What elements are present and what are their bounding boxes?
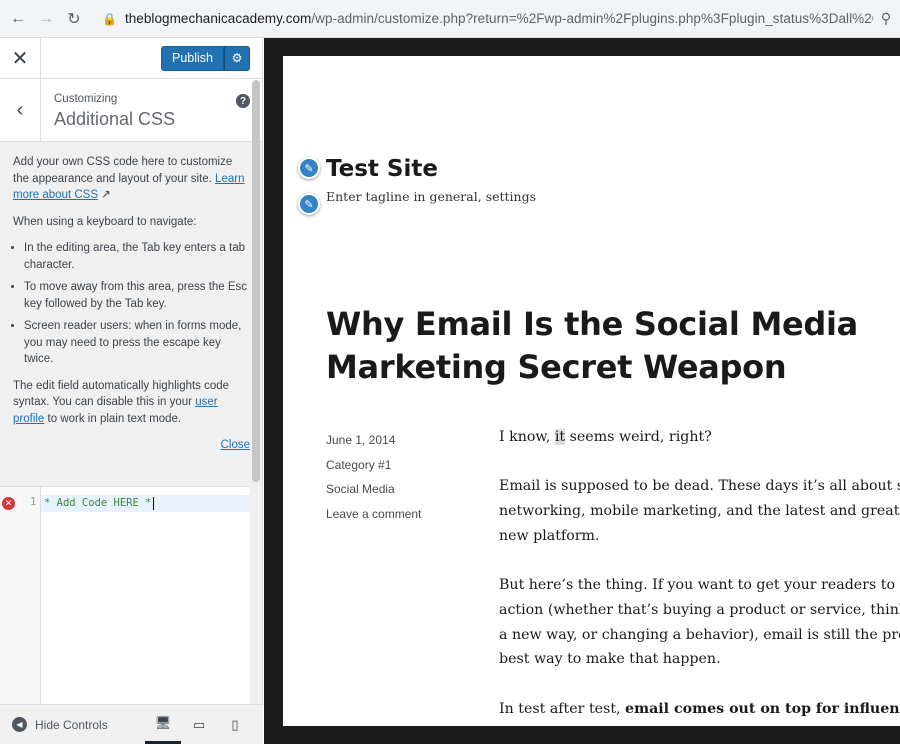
- list-item: To move away from this area, press the E…: [24, 279, 250, 312]
- intro-paragraph: Add your own CSS code here to customize …: [13, 154, 250, 204]
- external-link-icon: ↗: [101, 189, 111, 201]
- post-tag[interactable]: Social Media: [326, 477, 421, 502]
- text: But here’s the thing. If you want to get…: [499, 577, 900, 594]
- section-heading: Customizing Additional CSS ?: [41, 79, 262, 141]
- post-date[interactable]: June 1, 2014: [326, 428, 421, 453]
- text: networking, mobile marketing, and the la…: [499, 503, 900, 520]
- lock-icon[interactable]: 🔒: [102, 12, 117, 26]
- paragraph: In test after test, email comes out on t…: [499, 697, 900, 722]
- text: new platform.: [499, 527, 600, 544]
- text: Email is supposed to be dead. These days…: [499, 478, 900, 495]
- search-icon[interactable]: ⚲: [874, 7, 898, 31]
- close-icon[interactable]: ✕: [0, 37, 41, 79]
- text: best way to make that happen.: [499, 651, 721, 668]
- site-title[interactable]: Test Site: [326, 156, 438, 182]
- paragraph: I know, it seems weird, right?: [499, 425, 900, 450]
- syntax-paragraph: The edit field automatically highlights …: [13, 378, 250, 428]
- text: seems weird, right?: [565, 429, 712, 445]
- section-title: Additional CSS: [54, 109, 176, 129]
- url-path: /wp-admin/customize.php?return=%2Fwp-adm…: [311, 11, 873, 26]
- paragraph: But here’s the thing. If you want to get…: [499, 573, 900, 672]
- hide-controls-label: Hide Controls: [35, 717, 108, 732]
- text: a new way, or changing a behavior), emai…: [499, 626, 900, 643]
- highlighted-text: it: [554, 429, 566, 445]
- site-preview: ✎ Test Site ✎ Enter tagline in general, …: [283, 56, 900, 726]
- paragraph: Email is supposed to be dead. These days…: [499, 474, 900, 548]
- post-meta: June 1, 2014 Category #1 Social Media Le…: [326, 428, 421, 526]
- section-header: ‹ Customizing Additional CSS ?: [0, 79, 262, 142]
- section-description: Add your own CSS code here to customize …: [0, 142, 262, 454]
- sidebar-footer: ◀ Hide Controls 🖥 ▭ ▯: [0, 704, 263, 744]
- line-number: 1: [30, 496, 37, 508]
- reload-icon[interactable]: ↻: [60, 5, 88, 33]
- collapse-icon: ◀: [12, 717, 27, 732]
- text: action (whether that’s buying a product …: [499, 601, 900, 618]
- leave-comment-link[interactable]: Leave a comment: [326, 502, 421, 527]
- error-icon[interactable]: ✕: [2, 497, 15, 510]
- sidebar-top-bar: ✕ Publish ⚙: [0, 37, 262, 79]
- post-title[interactable]: Why Email Is the Social Media Marketing …: [326, 303, 896, 389]
- address-bar[interactable]: theblogmechanicacademy.com/wp-admin/cust…: [125, 11, 873, 26]
- gear-icon[interactable]: ⚙: [224, 45, 250, 71]
- device-switcher: 🖥 ▭ ▯: [145, 706, 253, 744]
- edit-pencil-icon[interactable]: ✎: [298, 193, 320, 215]
- list-item: In the editing area, the Tab key enters …: [24, 240, 250, 273]
- back-arrow-icon[interactable]: ←: [4, 5, 32, 33]
- publish-group: Publish ⚙: [161, 45, 250, 71]
- bold-text: email comes out on top for influencing: [625, 700, 900, 717]
- hide-controls-button[interactable]: ◀ Hide Controls: [12, 717, 108, 732]
- post-category[interactable]: Category #1: [326, 453, 421, 478]
- edit-pencil-icon[interactable]: ✎: [298, 157, 320, 179]
- close-description: Close: [13, 437, 250, 454]
- css-code-editor[interactable]: ✕ 1 * Add Code HERE *: [0, 486, 250, 704]
- close-link[interactable]: Close: [221, 439, 250, 451]
- breadcrumb: Customizing: [54, 93, 118, 105]
- desktop-icon[interactable]: 🖥: [145, 706, 181, 744]
- keyboard-tips: In the editing area, the Tab key enters …: [13, 240, 250, 368]
- list-item: Screen reader users: when in forms mode,…: [24, 318, 250, 368]
- customizer-sidebar: ✕ Publish ⚙ ‹ Customizing Additional CSS…: [0, 37, 263, 744]
- keyboard-heading: When using a keyboard to navigate:: [13, 215, 197, 228]
- text: In test after test,: [499, 700, 626, 717]
- post-content: I know, it seems weird, right? Email is …: [499, 425, 900, 726]
- browser-toolbar: ← → ↻ 🔒 theblogmechanicacademy.com/wp-ad…: [0, 0, 900, 38]
- intro-text: Add your own CSS code here to customize …: [13, 156, 233, 185]
- text-caret: [153, 496, 155, 510]
- chevron-left-icon[interactable]: ‹: [0, 79, 41, 141]
- site-tagline: Enter tagline in general, settings: [326, 189, 537, 204]
- text: I know,: [499, 429, 555, 445]
- url-domain: theblogmechanicacademy.com: [124, 11, 312, 26]
- mobile-icon[interactable]: ▯: [217, 706, 253, 744]
- sidebar-scrollbar[interactable]: [252, 80, 260, 482]
- forward-arrow-icon[interactable]: →: [32, 5, 60, 33]
- editor-gutter: ✕ 1: [0, 487, 41, 704]
- tablet-icon[interactable]: ▭: [181, 706, 217, 744]
- code-text: * Add Code HERE *: [44, 497, 152, 509]
- help-icon[interactable]: ?: [236, 94, 250, 108]
- syntax-text-end: to work in plain text mode.: [47, 412, 182, 425]
- publish-button[interactable]: Publish: [161, 45, 224, 71]
- code-line[interactable]: * Add Code HERE *: [41, 495, 250, 512]
